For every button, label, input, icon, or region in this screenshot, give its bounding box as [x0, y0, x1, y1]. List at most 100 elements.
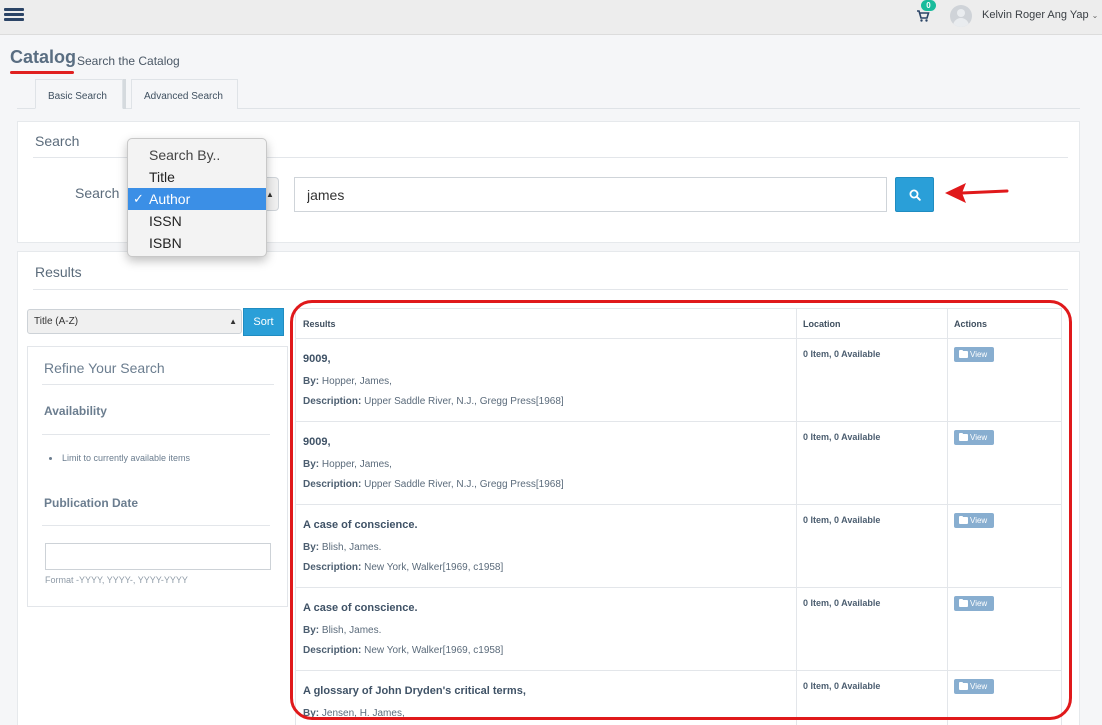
description-label: Description: [303, 396, 362, 407]
view-button[interactable]: View [954, 513, 994, 528]
description-label: Description: [303, 645, 362, 656]
results-heading: Results [35, 264, 82, 280]
result-title[interactable]: 9009, [303, 353, 331, 365]
folder-icon [959, 350, 968, 358]
search-icon [909, 189, 921, 201]
select-arrows-icon: ▲ [229, 317, 237, 326]
result-author-value: Hopper, James, [321, 459, 392, 470]
results-table: Results Location Actions 9009, By: Hoppe… [295, 308, 1062, 725]
description-label: Description: [303, 562, 362, 573]
result-description: Description: Upper Saddle River, N.J., G… [303, 479, 564, 490]
dropdown-option-author-label: Author [149, 191, 191, 207]
result-title[interactable]: A case of conscience. [303, 602, 418, 614]
result-title[interactable]: A case of conscience. [303, 519, 418, 531]
availability-divider [42, 434, 270, 435]
result-author-value: Hopper, James, [321, 376, 392, 387]
avatar[interactable] [950, 5, 972, 27]
result-location: 0 Item, 0 Available [803, 598, 881, 608]
by-label: By: [303, 708, 320, 719]
result-author: By: Jensen, H. James, [303, 708, 405, 719]
result-description-value: New York, Walker[1969, c1958] [364, 645, 504, 656]
folder-icon [959, 516, 968, 524]
refine-divider [42, 384, 274, 385]
page-title: Catalog [10, 47, 77, 67]
folder-icon [959, 682, 968, 690]
table-row: 9009, By: Hopper, James, Description: Up… [296, 421, 1061, 504]
folder-icon [959, 433, 968, 441]
view-button[interactable]: View [954, 430, 994, 445]
table-row: A glossary of John Dryden's critical ter… [296, 670, 1061, 725]
result-description: Description: Upper Saddle River, N.J., G… [303, 396, 564, 407]
search-heading: Search [35, 133, 80, 149]
result-location: 0 Item, 0 Available [803, 432, 881, 442]
result-location: 0 Item, 0 Available [803, 515, 881, 525]
result-location: 0 Item, 0 Available [803, 681, 881, 691]
availability-label: Availability [44, 404, 107, 418]
view-button[interactable]: View [954, 347, 994, 362]
view-button[interactable]: View [954, 596, 994, 611]
tab-basic-search[interactable]: Basic Search [35, 79, 123, 109]
user-menu[interactable]: Kelvin Roger Ang Yap ⌄ [982, 9, 1098, 21]
result-title[interactable]: 9009, [303, 436, 331, 448]
search-by-dropdown[interactable]: Search By.. Title ✓ Author ISSN ISBN [127, 138, 267, 257]
cart-count-badge: 0 [921, 0, 936, 11]
table-row: A case of conscience. By: Blish, James. … [296, 587, 1061, 670]
result-author: By: Blish, James. [303, 625, 381, 636]
column-header-actions: Actions [954, 319, 988, 329]
result-description-value: New York, Walker[1969, c1958] [364, 562, 504, 573]
cart-icon[interactable] [916, 9, 930, 23]
result-title[interactable]: A glossary of John Dryden's critical ter… [303, 685, 526, 697]
arrow-annotation-icon [945, 183, 1009, 203]
title-underline-annotation [10, 71, 74, 74]
tab-advanced-search[interactable]: Advanced Search [131, 79, 238, 109]
view-button-label: View [970, 433, 988, 442]
result-author-value: Blish, James. [321, 542, 382, 553]
page-subtitle: Search the Catalog [77, 54, 180, 68]
dropdown-option-issn[interactable]: ISSN [128, 210, 266, 232]
dropdown-option-author[interactable]: ✓ Author [128, 188, 266, 210]
dropdown-option-title[interactable]: Title [128, 166, 266, 188]
view-button-label: View [970, 682, 988, 691]
menu-icon[interactable] [4, 6, 24, 26]
sort-button[interactable]: Sort [243, 308, 284, 336]
column-header-location: Location [803, 319, 841, 329]
search-button[interactable] [895, 177, 934, 212]
view-button-label: View [970, 599, 988, 608]
result-author: By: Hopper, James, [303, 376, 392, 387]
refine-panel: Refine Your Search Availability Limit to… [27, 346, 288, 607]
dropdown-option-isbn[interactable]: ISBN [128, 232, 266, 254]
result-author-value: Jensen, H. James, [321, 708, 405, 719]
by-label: By: [303, 376, 320, 387]
sort-select-value: Title (A-Z) [34, 316, 79, 327]
column-header-results: Results [303, 319, 336, 329]
by-label: By: [303, 625, 320, 636]
table-row: 9009, By: Hopper, James, Description: Up… [296, 338, 1061, 421]
results-divider [33, 289, 1068, 290]
result-author: By: Hopper, James, [303, 459, 392, 470]
result-author: By: Blish, James. [303, 542, 381, 553]
result-description-value: Upper Saddle River, N.J., Gregg Press[19… [364, 479, 564, 490]
view-button[interactable]: View [954, 679, 994, 694]
publication-date-divider [42, 525, 270, 526]
user-name: Kelvin Roger Ang Yap [982, 9, 1089, 21]
chevron-down-icon: ⌄ [1091, 11, 1099, 20]
date-format-hint: Format -YYYY, YYYY-, YYYY-YYYY [45, 575, 188, 585]
publication-date-label: Publication Date [44, 496, 139, 510]
result-description-value: Upper Saddle River, N.J., Gregg Press[19… [364, 396, 564, 407]
check-icon: ✓ [133, 191, 144, 206]
description-label: Description: [303, 479, 362, 490]
available-items-filter-link[interactable]: Limit to currently available items [48, 453, 190, 463]
view-button-label: View [970, 516, 988, 525]
table-row: A case of conscience. By: Blish, James. … [296, 504, 1061, 587]
refine-title: Refine Your Search [44, 360, 165, 376]
by-label: By: [303, 459, 320, 470]
sort-select[interactable]: Title (A-Z) ▲ [27, 309, 242, 334]
result-author-value: Blish, James. [321, 625, 382, 636]
by-label: By: [303, 542, 320, 553]
result-description: Description: New York, Walker[1969, c195… [303, 562, 503, 573]
top-navbar: 0 Kelvin Roger Ang Yap ⌄ [0, 0, 1102, 35]
dropdown-option-placeholder[interactable]: Search By.. [128, 144, 266, 166]
publication-date-input[interactable] [45, 543, 271, 570]
search-input[interactable] [294, 177, 887, 212]
view-button-label: View [970, 350, 988, 359]
